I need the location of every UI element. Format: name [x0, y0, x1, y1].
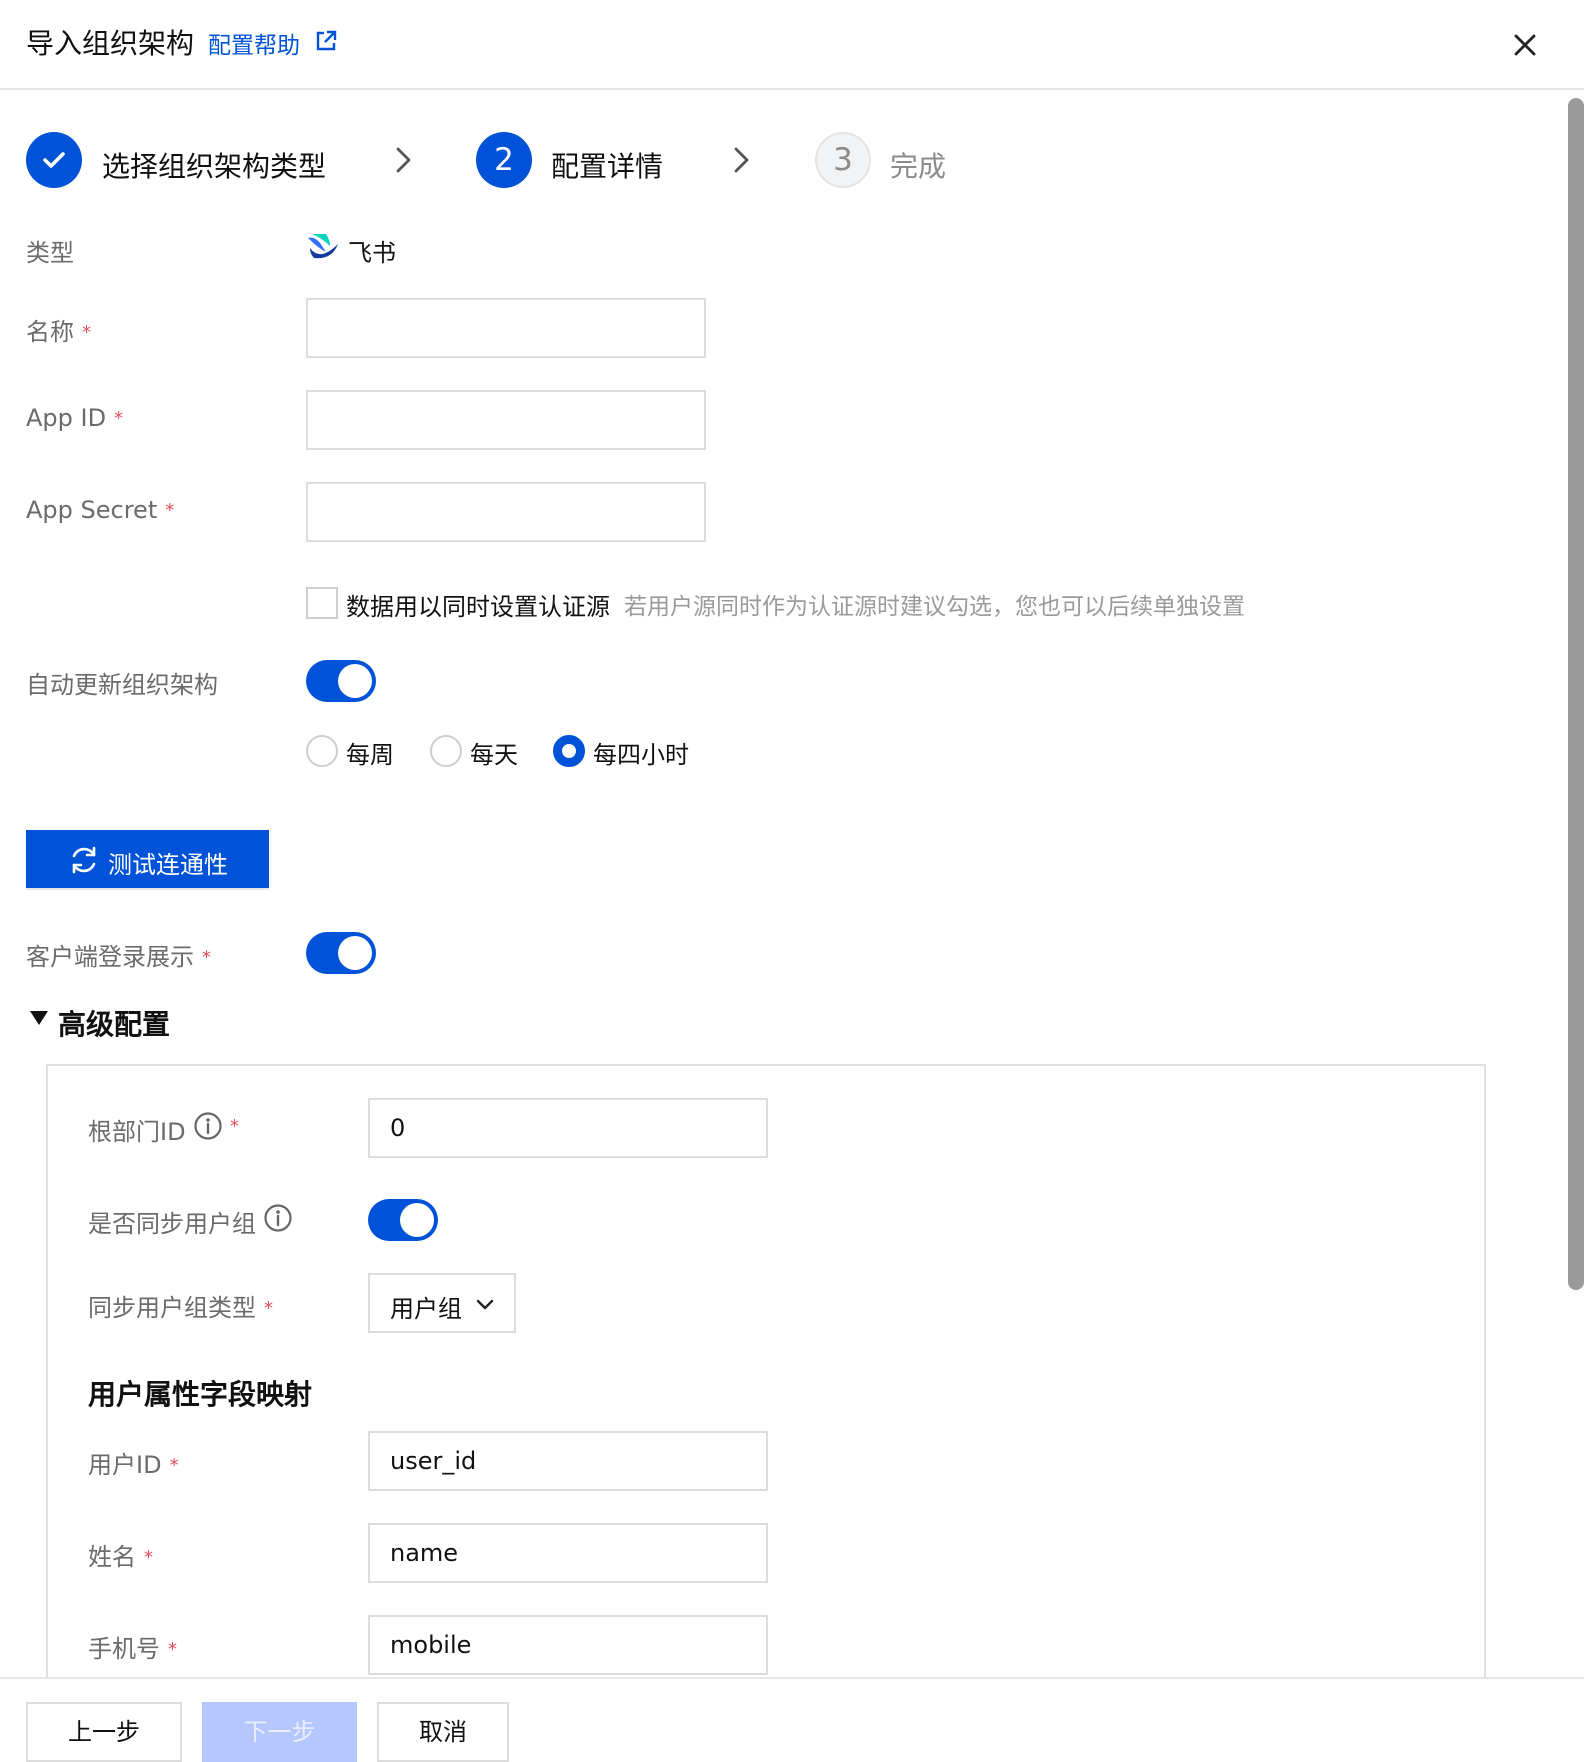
app-secret-label: App Secret * [26, 496, 175, 524]
config-help-link[interactable]: 配置帮助 [208, 26, 300, 60]
radio-weekly-label[interactable]: 每周 [346, 735, 394, 770]
caret-down-icon [30, 1011, 48, 1025]
step-2-number: 2 [476, 132, 532, 188]
auto-update-label: 自动更新组织架构 [26, 671, 218, 699]
mobile-mapping-label: 手机号 * [88, 1635, 177, 1663]
chevron-right-icon [734, 147, 749, 173]
switch-knob [338, 664, 372, 698]
sync-user-group-label: 是否同步用户组 [88, 1210, 256, 1238]
feishu-logo [308, 234, 338, 259]
auth-source-checkbox-label[interactable]: 数据用以同时设置认证源 [346, 587, 610, 622]
name-mapping-input[interactable] [368, 1523, 768, 1583]
radio-weekly[interactable] [306, 735, 338, 767]
advanced-config-label: 高级配置 [58, 1008, 171, 1041]
app-id-input[interactable] [306, 390, 706, 450]
step-3-number: 3 [815, 132, 871, 188]
sync-group-type-label: 同步用户组类型 * [88, 1294, 273, 1322]
field-mapping-title: 用户属性字段映射 [88, 1378, 313, 1411]
test-connectivity-button[interactable]: 测试连通性 [26, 830, 269, 890]
test-connectivity-label: 测试连通性 [108, 851, 228, 879]
mobile-mapping-input[interactable] [368, 1615, 768, 1675]
chevron-right-icon [396, 147, 411, 173]
app-secret-input[interactable] [306, 482, 706, 542]
refresh-icon [72, 846, 96, 874]
dialog-header: 导入组织架构 配置帮助 [0, 0, 1584, 90]
info-icon[interactable] [263, 1203, 293, 1233]
step-2-label: 配置详情 [551, 150, 664, 183]
close-icon[interactable] [1508, 28, 1542, 62]
root-dept-id-label: 根部门ID [88, 1118, 186, 1146]
auto-update-switch[interactable] [306, 660, 376, 702]
root-dept-id-input[interactable] [368, 1098, 768, 1158]
radio-daily-label[interactable]: 每天 [470, 735, 518, 770]
step-1-done-indicator [26, 132, 82, 188]
root-dept-id-required: * [230, 1116, 239, 1137]
auth-source-hint: 若用户源同时作为认证源时建议勾选，您也可以后续单独设置 [624, 594, 1245, 620]
radio-every-four-hours[interactable] [553, 735, 585, 767]
switch-knob [338, 936, 372, 970]
sync-group-type-select[interactable]: 用户组 [368, 1273, 516, 1333]
type-value: 飞书 [348, 239, 396, 267]
client-login-label: 客户端登录展示 * [26, 943, 211, 971]
step-1-label: 选择组织架构类型 [102, 150, 327, 183]
name-label: 名称 * [26, 318, 91, 346]
step-3-label: 完成 [890, 150, 947, 183]
info-icon[interactable] [193, 1111, 223, 1141]
app-id-label: App ID * [26, 404, 124, 432]
chevron-down-icon [476, 1299, 494, 1310]
previous-step-button[interactable]: 上一步 [26, 1702, 182, 1762]
check-icon [43, 152, 65, 168]
auth-source-checkbox[interactable] [306, 587, 338, 619]
sync-group-type-value: 用户组 [390, 1295, 462, 1323]
radio-every-four-hours-label[interactable]: 每四小时 [593, 735, 689, 770]
radio-daily[interactable] [430, 735, 462, 767]
cancel-button[interactable]: 取消 [377, 1702, 509, 1762]
user-id-label: 用户ID * [88, 1451, 179, 1479]
user-id-input[interactable] [368, 1431, 768, 1491]
scrollbar-thumb[interactable] [1568, 98, 1584, 1290]
name-input[interactable] [306, 298, 706, 358]
dialog-title: 导入组织架构 [26, 27, 195, 60]
type-label: 类型 [26, 239, 74, 267]
sync-user-group-switch[interactable] [368, 1199, 438, 1241]
name-mapping-label: 姓名 * [88, 1543, 153, 1571]
external-link-icon[interactable] [315, 30, 337, 52]
switch-knob [400, 1203, 434, 1237]
next-step-button[interactable]: 下一步 [202, 1702, 357, 1762]
client-login-switch[interactable] [306, 932, 376, 974]
